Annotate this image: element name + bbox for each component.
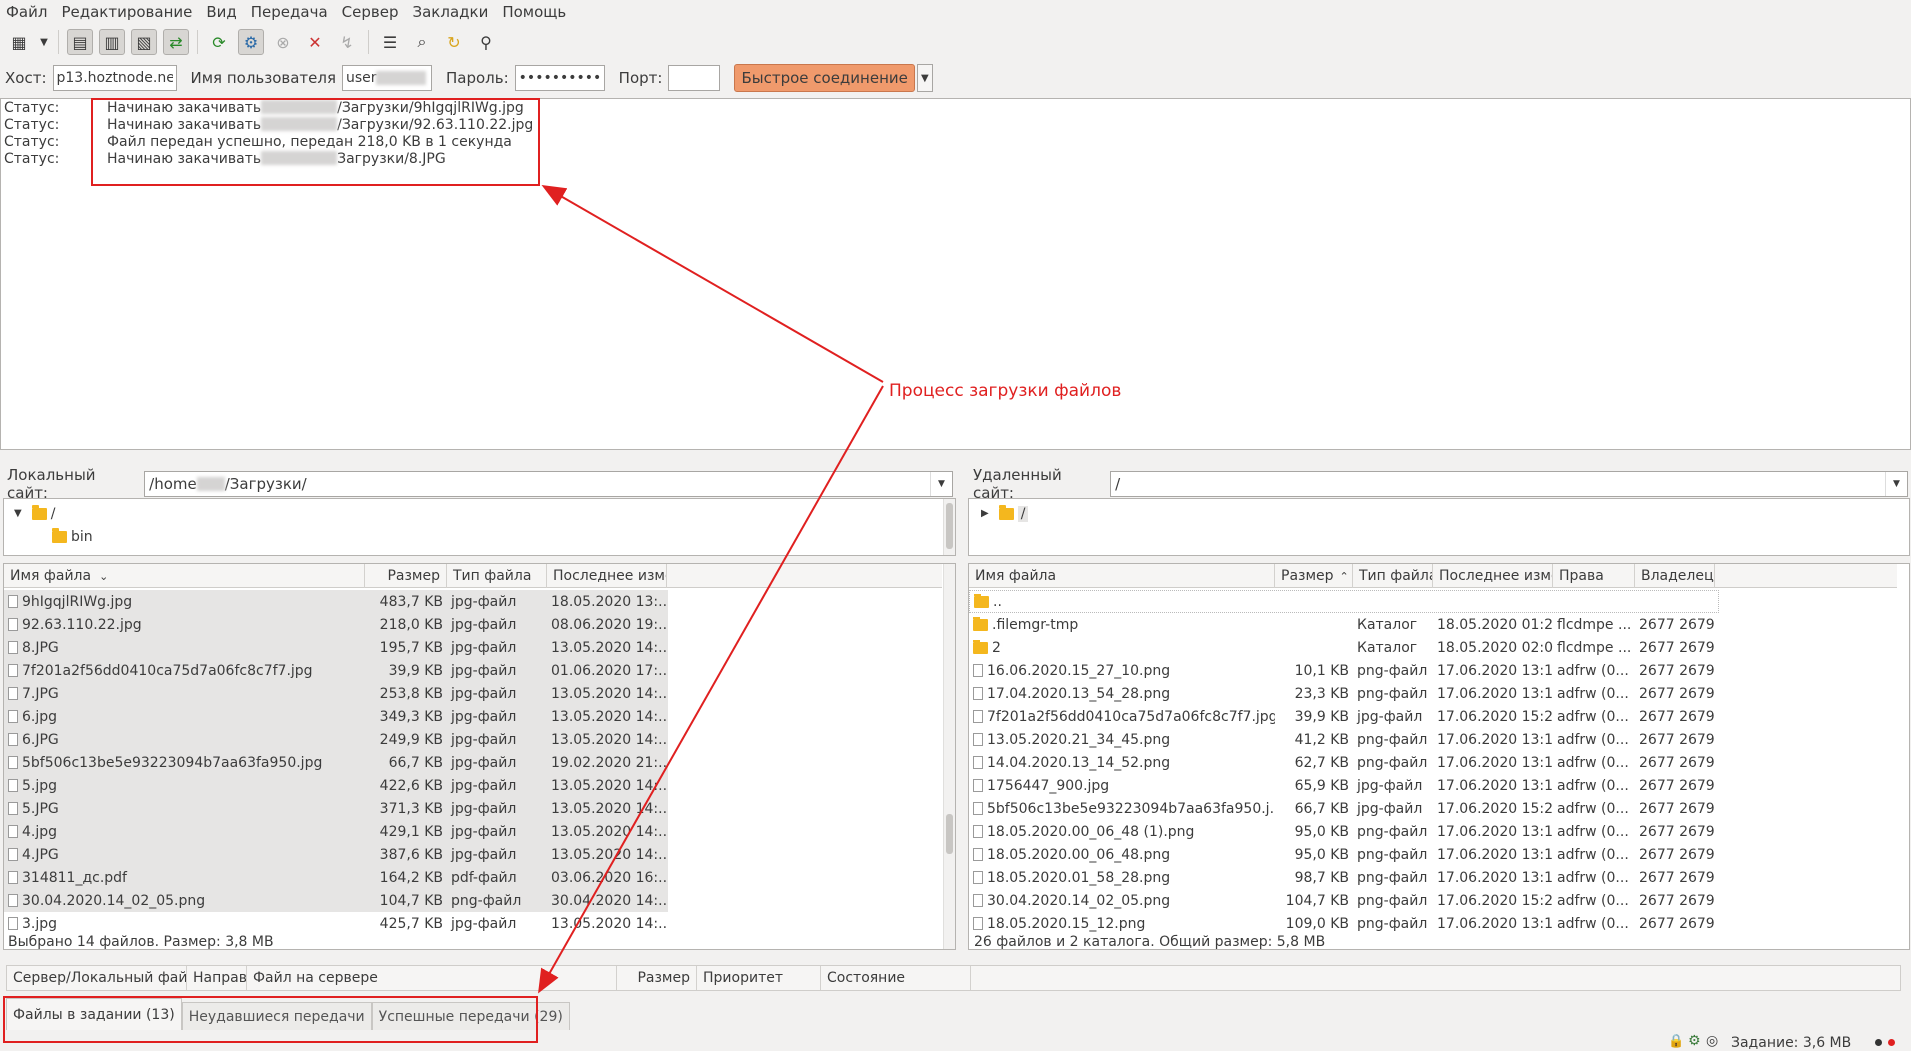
annotation-label: Процесс загрузки файлов [889, 381, 1122, 401]
annotation-arrows [538, 185, 884, 994]
